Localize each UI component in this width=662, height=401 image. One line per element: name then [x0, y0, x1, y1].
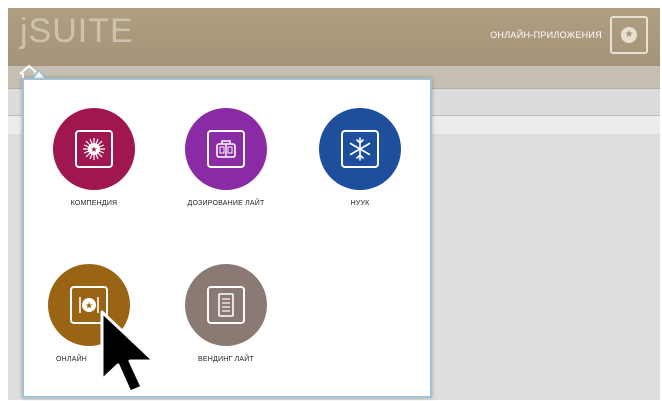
- app-tile-label: НУУК: [350, 200, 370, 207]
- svg-text:★: ★: [90, 145, 97, 154]
- app-tile-nuuk[interactable]: НУУК: [300, 108, 420, 207]
- compendium-circle[interactable]: ★: [53, 108, 135, 190]
- app-launcher-popup: ★ КОМПЕНДИЯ ДОЗИРОВАНИЕ ЛАЙТ НУУК ★ ОНЛА…: [22, 78, 432, 398]
- online-apps-label[interactable]: ОНЛАЙН-ПРИЛОЖЕНИЯ: [490, 30, 602, 40]
- vending-icon: [207, 286, 245, 324]
- svg-text:★: ★: [85, 302, 93, 312]
- top-bar: jSUITE ОНЛАЙН-ПРИЛОЖЕНИЯ ★: [8, 8, 660, 66]
- snowflake-icon: [341, 130, 379, 168]
- app-tile-vending[interactable]: ВЕНДИНГ ЛАЙТ: [166, 264, 286, 363]
- app-tile-label: ДОЗИРОВАНИЕ ЛАЙТ: [187, 200, 265, 207]
- plate-icon: ★: [621, 27, 637, 43]
- dosage-icon: [207, 130, 245, 168]
- dosage-circle[interactable]: [185, 108, 267, 190]
- app-tile-compendium[interactable]: ★ КОМПЕНДИЯ: [34, 108, 154, 207]
- nuuk-circle[interactable]: [319, 108, 401, 190]
- online-apps-icon[interactable]: ★: [610, 16, 648, 54]
- mouse-cursor-icon: [100, 310, 156, 394]
- app-tile-label: ВЕНДИНГ ЛАЙТ: [198, 356, 254, 363]
- app-tile-dosage[interactable]: ДОЗИРОВАНИЕ ЛАЙТ: [166, 108, 286, 207]
- brand-logo: jSUITE: [20, 12, 134, 50]
- compendium-icon: ★: [75, 130, 113, 168]
- vending-circle[interactable]: [185, 264, 267, 346]
- app-tile-label: КОМПЕНДИЯ: [70, 200, 118, 207]
